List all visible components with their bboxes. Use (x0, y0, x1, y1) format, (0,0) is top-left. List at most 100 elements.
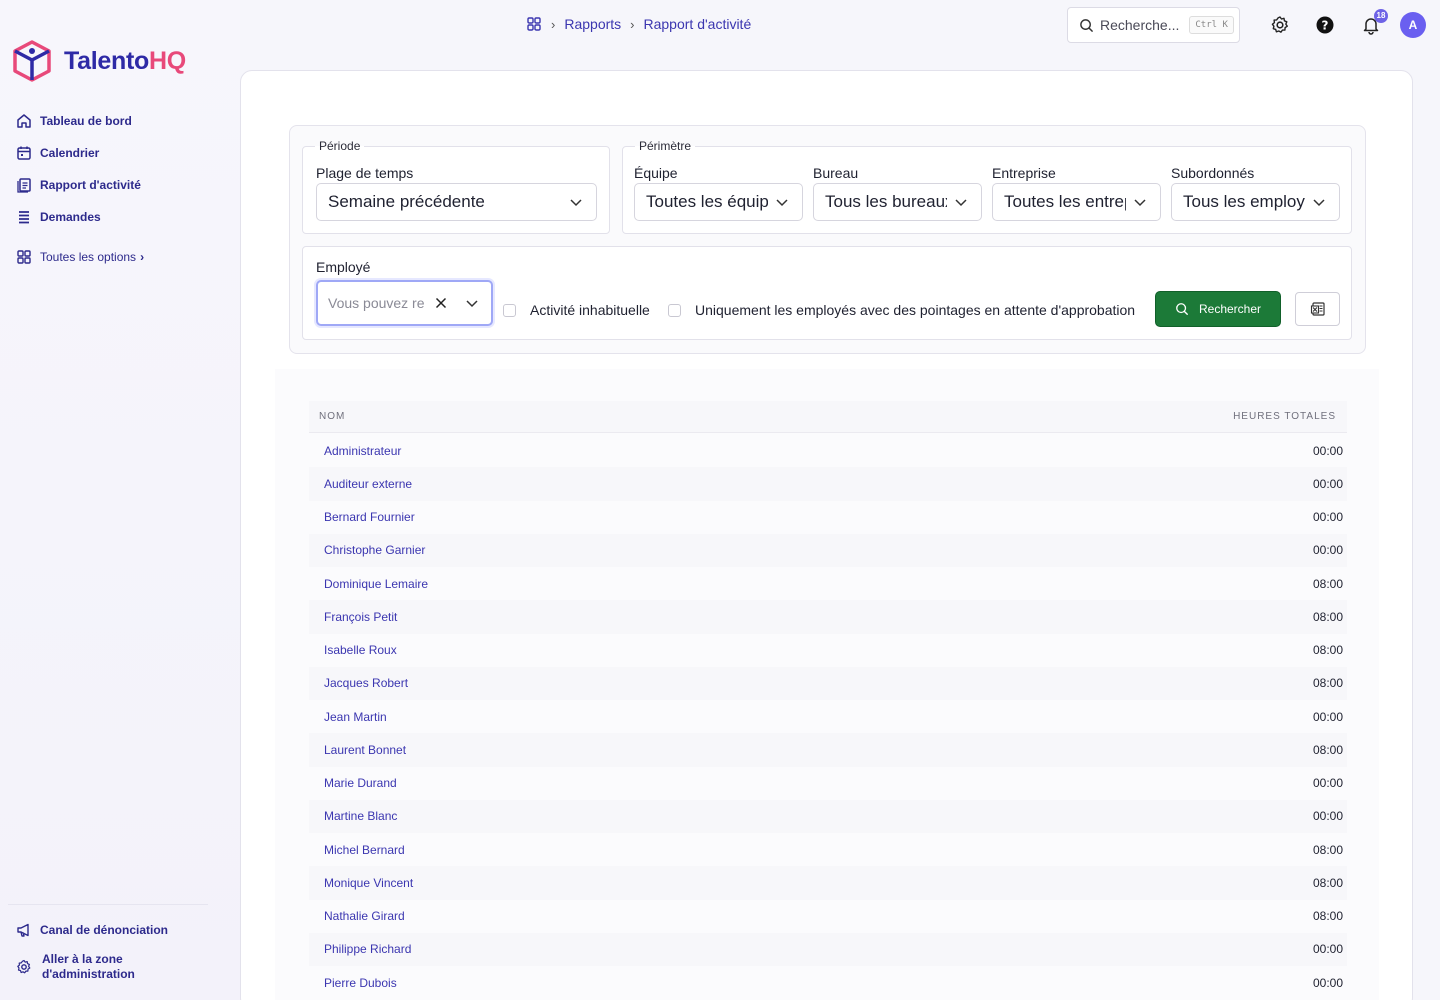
employee-name-link[interactable]: Laurent Bonnet (324, 743, 406, 757)
subordinates-select[interactable]: Tous les employés (1171, 183, 1340, 221)
employee-name-link[interactable]: Nathalie Girard (324, 909, 405, 923)
employee-name-link[interactable]: Administrateur (324, 444, 401, 458)
sidebar-item-label: Toutes les options (40, 250, 137, 264)
breadcrumb-link-reports[interactable]: Rapports (564, 16, 621, 32)
scope-group: Périmètre Équipe Toutes les équipes Bure… (622, 139, 1352, 234)
table-row[interactable]: Pierre Dubois 00:00 (309, 966, 1347, 999)
total-hours-cell: 00:00 (1312, 709, 1343, 724)
table-row[interactable]: Jean Martin 00:00 (309, 700, 1347, 733)
table-row[interactable]: Dominique Lemaire 08:00 (309, 567, 1347, 600)
table-row[interactable]: Laurent Bonnet 08:00 (309, 733, 1347, 767)
search-placeholder: Recherche... (1100, 17, 1180, 33)
sidebar-item-admin-zone[interactable]: Aller à la zone d'administration (16, 952, 226, 982)
chevron-down-icon (955, 199, 967, 207)
pending-approval-checkbox[interactable]: Uniquement les employés avec des pointag… (668, 302, 1135, 318)
table-header: NOM HEURES TOTALES (309, 401, 1347, 433)
total-hours-cell: 08:00 (1312, 742, 1343, 757)
total-hours-cell: 08:00 (1312, 909, 1343, 924)
table-row[interactable]: François Petit 08:00 (309, 600, 1347, 634)
employee-name-link[interactable]: Jacques Robert (324, 676, 408, 690)
search-button[interactable]: Rechercher (1155, 291, 1281, 327)
sidebar-item-calendar[interactable]: Calendrier (16, 143, 226, 163)
chevron-down-icon (570, 199, 582, 207)
company-select[interactable]: Toutes les entreprises (992, 183, 1161, 221)
avatar[interactable]: A (1400, 12, 1426, 38)
table-row[interactable]: Monique Vincent 08:00 (309, 866, 1347, 900)
home-icon (17, 114, 31, 128)
employee-name-link[interactable]: Dominique Lemaire (324, 577, 428, 591)
table-row[interactable]: Jacques Robert 08:00 (309, 666, 1347, 700)
employee-name-link[interactable]: Christophe Garnier (324, 543, 425, 557)
settings-gear-icon[interactable] (1270, 15, 1290, 35)
table-row[interactable]: Martine Blanc 00:00 (309, 799, 1347, 833)
company-label: Entreprise (992, 165, 1056, 181)
chevron-down-icon[interactable] (464, 295, 480, 311)
employee-label: Employé (316, 259, 371, 275)
table-row[interactable]: Michel Bernard 08:00 (309, 833, 1347, 866)
period-legend: Période (319, 139, 361, 153)
employee-name-link[interactable]: Jean Martin (324, 710, 387, 724)
logo-text-part2: HQ (148, 46, 186, 75)
search-button-label: Rechercher (1198, 302, 1262, 316)
search-shortcut: Ctrl K (1189, 16, 1234, 34)
sidebar-item-label: Tableau de bord (40, 114, 132, 128)
export-excel-button[interactable] (1295, 292, 1340, 326)
employee-name-link[interactable]: Bernard Fournier (324, 510, 415, 524)
employee-name-link[interactable]: Marie Durand (324, 776, 397, 790)
employee-search-input[interactable]: Vous pouvez rechercher (316, 280, 493, 326)
main-card: Période Plage de temps Semaine précédent… (240, 70, 1413, 1000)
table-row[interactable]: Marie Durand 00:00 (309, 767, 1347, 800)
results-table: NOM HEURES TOTALES Administrateur 00:00 Au… (275, 369, 1379, 1000)
subordinates-value: Tous les employés (1183, 192, 1305, 211)
employee-name-link[interactable]: Auditeur externe (324, 477, 412, 491)
employee-group: Employé Vous pouvez rechercher Activité … (302, 246, 1352, 340)
total-hours-cell: 00:00 (1312, 776, 1343, 791)
unusual-activity-checkbox[interactable]: Activité inhabituelle (503, 302, 650, 318)
table-row[interactable]: Philippe Richard 00:00 (309, 932, 1347, 966)
sidebar-item-label: Rapport d'activité (40, 178, 141, 192)
global-search-input[interactable]: Recherche... Ctrl K (1067, 7, 1240, 43)
checkbox-box[interactable] (503, 303, 516, 317)
company-value: Toutes les entreprises (1004, 192, 1126, 211)
sidebar-item-whistleblowing[interactable]: Canal de dénonciation (16, 920, 226, 940)
checkbox-box[interactable] (668, 303, 681, 317)
employee-name-link[interactable]: Michel Bernard (324, 843, 405, 857)
help-icon[interactable]: ? (1315, 15, 1335, 35)
list-icon (19, 211, 29, 224)
total-hours-cell: 08:00 (1312, 643, 1343, 658)
search-icon (1176, 303, 1188, 315)
table-row[interactable]: Bernard Fournier 00:00 (309, 501, 1347, 534)
employee-name-link[interactable]: François Petit (324, 610, 397, 624)
sidebar-item-requests[interactable]: Demandes (16, 207, 226, 227)
time-range-value: Semaine précédente (328, 192, 485, 211)
sidebar-item-dashboard[interactable]: Tableau de bord (16, 111, 226, 131)
team-select[interactable]: Toutes les équipes (634, 183, 803, 221)
notification-badge: 18 (1374, 9, 1388, 23)
employee-name-link[interactable]: Isabelle Roux (324, 643, 397, 657)
table-row[interactable]: Nathalie Girard 08:00 (309, 900, 1347, 933)
clear-x-icon[interactable] (434, 296, 448, 310)
grid-icon[interactable] (526, 16, 542, 32)
employee-name-link[interactable]: Monique Vincent (324, 876, 413, 890)
office-select[interactable]: Tous les bureaux (813, 183, 982, 221)
sidebar-item-all-options[interactable]: Toutes les options › (16, 247, 226, 267)
table-row[interactable]: Isabelle Roux 08:00 (309, 634, 1347, 667)
employee-name-link[interactable]: Martine Blanc (324, 809, 397, 823)
logo[interactable]: TalentoHQ (12, 40, 186, 82)
total-hours-cell: 08:00 (1312, 576, 1343, 591)
excel-file-icon (1310, 302, 1325, 316)
time-range-select[interactable]: Semaine précédente (316, 183, 597, 221)
time-range-label: Plage de temps (316, 165, 414, 181)
total-hours-cell: 00:00 (1312, 443, 1343, 458)
scope-legend: Périmètre (639, 139, 692, 153)
sidebar-item-activity-report[interactable]: Rapport d'activité (16, 175, 226, 195)
employee-name-link[interactable]: Philippe Richard (324, 942, 411, 956)
column-header-total-hours[interactable]: HEURES TOTALES (1233, 411, 1336, 422)
table-row[interactable]: Christophe Garnier 00:00 (309, 533, 1347, 567)
employee-name-link[interactable]: Pierre Dubois (324, 976, 397, 990)
chevron-down-icon (776, 199, 788, 207)
table-row[interactable]: Administrateur 00:00 (309, 434, 1347, 467)
logo-text: TalentoHQ (64, 47, 186, 76)
column-header-name[interactable]: NOM (319, 411, 345, 422)
table-row[interactable]: Auditeur externe 00:00 (309, 467, 1347, 501)
